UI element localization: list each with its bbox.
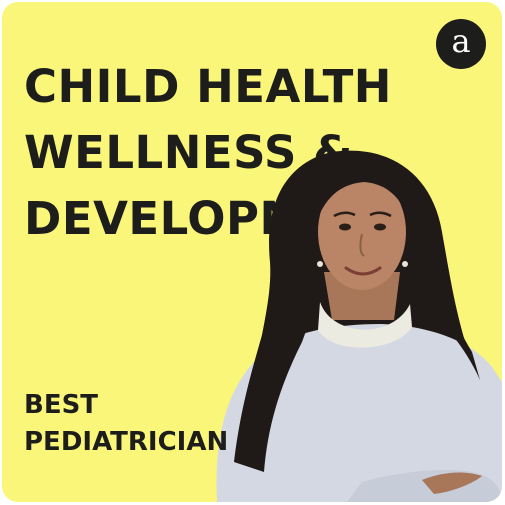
- podcast-cover-card: CHILD HEALTH WELLNESS & DEVELOPMENT a BE…: [2, 2, 502, 502]
- tagline: BEST PEDIATRICIAN: [24, 387, 228, 461]
- logo-letter: a: [451, 22, 471, 60]
- tagline-line-2: PEDIATRICIAN: [24, 427, 229, 457]
- tagline-line-1: BEST: [24, 390, 99, 420]
- brand-logo-icon[interactable]: a: [436, 19, 486, 69]
